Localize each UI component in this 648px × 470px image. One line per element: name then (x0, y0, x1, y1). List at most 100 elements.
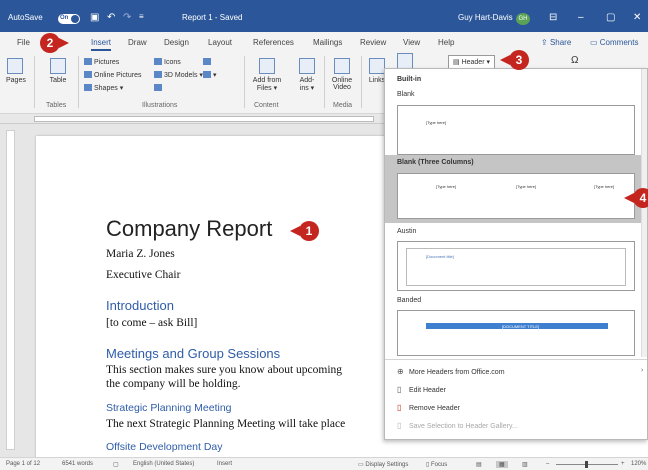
zoom-level[interactable]: 120% (631, 461, 646, 467)
doc-strategic-text[interactable]: The next Strategic Planning Meeting will… (106, 418, 345, 430)
header-icon: ▤ (453, 59, 462, 66)
status-insert[interactable]: Insert (217, 461, 232, 467)
doc-role[interactable]: Executive Chair (106, 269, 180, 281)
symbol-icon[interactable]: Ω (571, 55, 578, 66)
tab-file[interactable]: File (17, 38, 30, 47)
add-from-files-label: Add from (252, 77, 282, 84)
heading-introduction[interactable]: Introduction (106, 298, 174, 313)
doc-meetings-line2[interactable]: the company will be holding. (106, 378, 240, 390)
callout-3: 3 (509, 50, 529, 70)
restore-icon[interactable]: ▢ (606, 12, 615, 23)
3d-models-icon (154, 71, 162, 78)
online-video-button[interactable]: Online Video (328, 58, 356, 91)
ribbon-separator (244, 56, 245, 108)
document-page[interactable]: Company Report Maria Z. Jones Executive … (36, 136, 388, 457)
remove-header-item[interactable]: ▯ Remove Header (397, 403, 460, 412)
read-mode-icon[interactable]: ▤ (476, 461, 482, 468)
web-layout-icon[interactable]: ▥ (522, 461, 528, 468)
header-button[interactable]: ▤ Header ▾ (448, 55, 495, 69)
close-icon[interactable]: ✕ (633, 12, 641, 23)
zoom-in-icon[interactable]: + (621, 461, 625, 467)
table-icon (50, 58, 66, 74)
tab-help[interactable]: Help (438, 38, 454, 47)
tab-view[interactable]: View (403, 38, 420, 47)
proofing-icon[interactable]: ▢ (113, 461, 119, 468)
undo-icon[interactable]: ↶ (107, 12, 115, 23)
screenshot-button[interactable]: ▾ (203, 71, 217, 79)
icons-button[interactable]: Icons (154, 58, 181, 66)
more-headers-item[interactable]: ⊕ More Headers from Office.com (397, 367, 505, 376)
gallery-item-three-columns[interactable]: [Type here] [Type here] [Type here] (397, 173, 635, 219)
doc-meetings-line1[interactable]: This section makes sure you know about u… (106, 364, 342, 376)
remove-header-label: Remove Header (408, 405, 460, 412)
shapes-button[interactable]: Shapes ▾ (84, 84, 123, 92)
doc-author[interactable]: Maria Z. Jones (106, 248, 175, 260)
print-layout-icon[interactable]: ▦ (496, 461, 508, 468)
thumb-placeholder: [Document title] (426, 254, 454, 259)
zoom-slider-thumb[interactable] (585, 461, 588, 468)
user-name[interactable]: Guy Hart-Davis (458, 13, 513, 22)
status-page[interactable]: Page 1 of 12 (6, 461, 40, 467)
edit-header-item[interactable]: ▯ Edit Header (397, 385, 446, 394)
gallery-item-banded[interactable]: [DOCUMENT TITLE] (397, 310, 635, 356)
doc-title[interactable]: Company Report (106, 216, 272, 242)
status-language[interactable]: English (United States) (133, 461, 194, 467)
online-pictures-button[interactable]: Online Pictures (84, 71, 141, 79)
vertical-ruler[interactable] (6, 130, 15, 450)
avatar[interactable]: GH (516, 13, 530, 25)
redo-icon[interactable]: ↷ (123, 12, 131, 23)
ribbon-display-icon[interactable]: ⊟ (549, 12, 557, 23)
group-content: Content (254, 102, 279, 109)
online-video-label: Online (331, 77, 353, 84)
heading-offsite[interactable]: Offsite Development Day (106, 441, 223, 453)
chevron-right-icon: › (641, 367, 644, 374)
heading-strategic[interactable]: Strategic Planning Meeting (106, 402, 232, 414)
heading-meetings[interactable]: Meetings and Group Sessions (106, 346, 280, 361)
share-icon: ⇪ (541, 38, 550, 47)
pictures-label: Pictures (94, 59, 120, 66)
tab-design[interactable]: Design (164, 38, 189, 47)
tab-references[interactable]: References (253, 38, 294, 47)
table-button[interactable]: Table (46, 58, 70, 84)
tab-layout[interactable]: Layout (208, 38, 232, 47)
autosave-toggle[interactable]: On (58, 14, 80, 24)
gallery-separator (385, 359, 647, 360)
chart-icon (203, 58, 211, 65)
minimize-icon[interactable]: – (578, 12, 584, 23)
comments-button[interactable]: ▭ Comments (590, 38, 638, 47)
display-settings-button[interactable]: ▭ Display Settings (358, 461, 408, 468)
title-bar: AutoSave On ▣ ↶ ↷ ≡ Report 1 - Saved Guy… (0, 4, 648, 32)
3d-models-button[interactable]: 3D Models ▾ (154, 71, 203, 79)
online-pictures-icon (84, 71, 92, 78)
callout-1: 1 (299, 221, 319, 241)
gallery-builtin-label: Built-in (397, 76, 422, 83)
zoom-out-icon[interactable]: – (546, 461, 549, 467)
share-button[interactable]: ⇪ Share (541, 38, 571, 47)
icons-label: Icons (164, 59, 181, 66)
gallery-item-austin[interactable]: [Document title] (397, 241, 635, 291)
edit-header-label: Edit Header (408, 387, 446, 394)
status-words[interactable]: 6541 words (62, 461, 93, 467)
tab-draw[interactable]: Draw (128, 38, 147, 47)
smartart-button[interactable] (154, 84, 164, 92)
focus-button[interactable]: ▯ Focus (426, 461, 447, 468)
tab-insert[interactable]: Insert (91, 38, 112, 51)
save-icon[interactable]: ▣ (90, 12, 99, 23)
add-ins-button[interactable]: Add-ins ▾ (294, 58, 320, 92)
add-from-files-button[interactable]: Add from Files ▾ (250, 58, 284, 92)
gallery-item-blank[interactable]: [Type here] (397, 105, 635, 155)
thumb-placeholder: [Type here] (426, 120, 447, 125)
comment-icon: ▭ (590, 38, 600, 47)
pages-button[interactable]: Pages (6, 58, 26, 84)
pictures-button[interactable]: Pictures (84, 58, 119, 66)
tab-review[interactable]: Review (360, 38, 386, 47)
gallery-item-blank-label: Blank (397, 91, 415, 98)
tab-mailings[interactable]: Mailings (313, 38, 342, 47)
doc-intro-text[interactable]: [to come – ask Bill] (106, 317, 197, 329)
ribbon-separator (361, 56, 362, 108)
chart-button[interactable] (203, 58, 213, 66)
pages-icon (7, 58, 23, 74)
gallery-scrollbar[interactable] (641, 69, 647, 357)
horizontal-ruler[interactable] (0, 114, 388, 124)
customize-qat-icon[interactable]: ≡ (139, 12, 144, 21)
